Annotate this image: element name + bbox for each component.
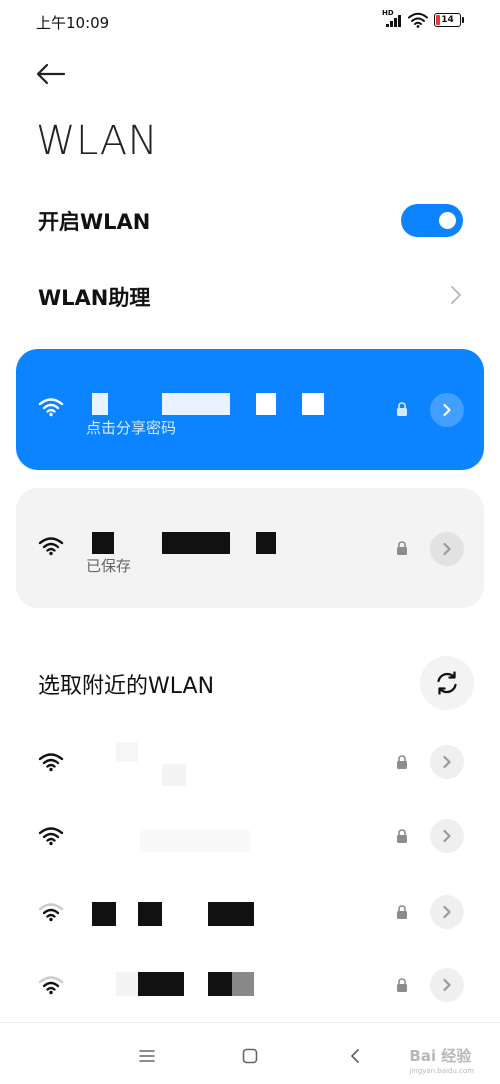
wifi-status-icon <box>408 12 428 28</box>
chevron-right-icon <box>451 286 461 304</box>
back-button[interactable] <box>36 60 70 88</box>
refresh-icon <box>437 671 457 695</box>
lock-icon <box>397 978 407 992</box>
recents-button[interactable] <box>132 1041 162 1071</box>
wifi-signal-icon <box>38 753 64 772</box>
refresh-button[interactable] <box>420 656 474 710</box>
connected-network-card[interactable]: 点击分享密码 <box>16 349 484 470</box>
chevron-right-icon <box>443 905 451 919</box>
chevron-right-icon <box>443 829 451 843</box>
chevron-right-icon <box>443 542 451 556</box>
back-icon <box>351 1049 359 1063</box>
battery-icon: 14 <box>434 13 464 27</box>
lock-icon <box>397 829 407 843</box>
wifi-signal-icon <box>38 537 64 556</box>
enable-wlan-label: 开启WLAN <box>38 210 151 234</box>
lock-icon <box>397 905 407 919</box>
share-password-text: 点击分享密码 <box>86 419 177 437</box>
wifi-weak-signal-icon <box>38 976 64 995</box>
wifi-signal-icon <box>38 827 64 846</box>
menu-icon <box>139 1050 155 1062</box>
nav-back-button[interactable] <box>340 1041 370 1071</box>
watermark-text: Bai 经验 <box>409 1047 472 1065</box>
saved-status-text: 已保存 <box>86 557 132 575</box>
wlan-assistant-label: WLAN助理 <box>38 286 151 310</box>
network-details-button[interactable] <box>430 745 464 779</box>
wifi-signal-icon <box>38 398 64 417</box>
network-details-button[interactable] <box>430 393 464 427</box>
saved-network-card[interactable]: 已保存 <box>16 488 484 608</box>
status-bar: 上午10:09 HD 14 <box>0 0 500 44</box>
navigation-bar: Bai 经验 jingyan.baidu.com <box>0 1022 500 1084</box>
battery-level: 14 <box>441 15 454 25</box>
home-icon <box>242 1048 258 1064</box>
network-details-button[interactable] <box>430 532 464 566</box>
network-details-button[interactable] <box>430 819 464 853</box>
chevron-right-icon <box>443 978 451 992</box>
lock-icon <box>397 541 407 555</box>
arrow-left-icon <box>36 63 66 85</box>
wlan-toggle[interactable] <box>401 204 463 237</box>
network-details-button[interactable] <box>430 968 464 1002</box>
lock-icon <box>397 402 407 416</box>
status-time: 上午10:09 <box>36 14 110 32</box>
home-button[interactable] <box>235 1041 265 1071</box>
page-title: WLAN <box>36 118 159 164</box>
chevron-right-icon <box>443 403 451 417</box>
network-details-button[interactable] <box>430 895 464 929</box>
wifi-weak-signal-icon <box>38 903 64 922</box>
nearby-networks-title: 选取附近的WLAN <box>38 674 215 699</box>
status-icons: HD 14 <box>382 9 464 28</box>
hd-signal-icon: HD <box>382 9 402 28</box>
baidu-watermark: Bai 经验 jingyan.baidu.com <box>409 1045 474 1075</box>
lock-icon <box>397 755 407 769</box>
toggle-knob <box>439 212 456 229</box>
watermark-sub: jingyan.baidu.com <box>409 1067 474 1075</box>
chevron-right-icon <box>443 755 451 769</box>
